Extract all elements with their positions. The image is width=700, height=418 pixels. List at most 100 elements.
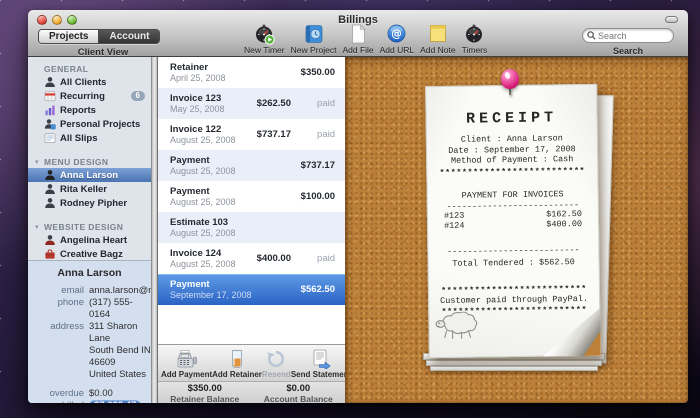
sidebar-item-rodney-pipher[interactable]: Rodney Pipher	[28, 196, 151, 210]
recurring-count-badge: 6	[131, 91, 145, 101]
add-retainer-button[interactable]: Add Retainer	[212, 349, 262, 379]
add-note-button[interactable]: Add Note	[420, 23, 455, 55]
client-stats: overdue $0.00 unbilled $7,638.47 incompl…	[28, 388, 151, 403]
section-header-menu-design[interactable]: ▾ MENU DESIGN	[28, 154, 151, 168]
item-amount: $737.17	[257, 129, 291, 140]
tool-label: Add Note	[420, 45, 455, 55]
account-balance: $0.00 Account Balance	[252, 382, 346, 403]
person-doc-icon	[44, 118, 56, 130]
list-item[interactable]: PaymentAugust 25, 2008 $737.17	[158, 150, 345, 181]
item-title: Invoice 124	[170, 248, 257, 259]
toolbar: New Timer New Project Add File @	[241, 23, 490, 55]
client-phone: (317) 555-0164	[89, 297, 151, 321]
item-status: paid	[291, 129, 335, 140]
item-amount: $262.50	[257, 98, 291, 109]
app-window: Billings Projects Account Client View Ne…	[28, 10, 688, 403]
timer-play-icon	[253, 23, 275, 44]
section-header-website-design[interactable]: ▾ WEBSITE DESIGN	[28, 219, 151, 233]
search-field[interactable]	[582, 28, 674, 43]
client-info-card: Anna Larson email anna.larson@me.com pho…	[28, 260, 151, 403]
source-list: GENERAL All Clients Recurring 6 Reports	[28, 57, 151, 260]
section-header-general: GENERAL	[28, 61, 151, 75]
resend-arrow-icon	[266, 349, 286, 369]
tab-account[interactable]: Account	[99, 30, 159, 43]
sidebar-item-angelina-heart[interactable]: Angelina Heart	[28, 233, 151, 247]
receipt-section-title: PAYMENT FOR INVOICES	[428, 188, 598, 200]
sidebar-item-recurring[interactable]: Recurring 6	[28, 89, 151, 103]
unbilled-badge: $7,638.47	[89, 400, 141, 403]
list-item[interactable]: RetainerApril 25, 2008 $350.00	[158, 57, 345, 88]
file-icon	[348, 23, 368, 44]
receipt-footer-line: Customer paid through PayPal.	[429, 293, 599, 306]
person-icon	[44, 76, 56, 88]
calendar-icon	[44, 90, 56, 102]
sidebar-item-all-slips[interactable]: All Slips	[28, 131, 151, 145]
list-item-selected[interactable]: PaymentSeptember 17, 2008 $562.50	[158, 274, 345, 305]
client-phone-row: phone (317) 555-0164	[28, 297, 151, 321]
person-icon	[44, 169, 56, 181]
item-amount: $100.00	[301, 191, 335, 202]
push-pin	[499, 69, 521, 99]
invoice-list: RetainerApril 25, 2008 $350.00 Invoice 1…	[158, 57, 345, 403]
new-timer-button[interactable]: New Timer	[244, 23, 285, 55]
sidebar-item-reports[interactable]: Reports	[28, 103, 151, 117]
timer-icon	[463, 23, 485, 44]
stat-unbilled: unbilled $7,638.47	[28, 400, 151, 403]
list-item[interactable]: Invoice 124August 25, 2008 $400.00 paid	[158, 243, 345, 274]
item-status: paid	[291, 253, 335, 264]
list-item[interactable]: Estimate 103August 25, 2008	[158, 212, 345, 243]
item-title: Invoice 122	[170, 124, 257, 135]
add-url-button[interactable]: @ Add URL	[380, 23, 415, 55]
send-statement-icon	[310, 349, 332, 369]
sidebar-item-anna-larson[interactable]: Anna Larson	[28, 168, 151, 182]
item-amount: $737.17	[301, 160, 335, 171]
item-date: April 25, 2008	[170, 73, 301, 84]
list-item[interactable]: Invoice 122August 25, 2008 $737.17 paid	[158, 119, 345, 150]
send-statement-button[interactable]: Send Statement	[291, 349, 351, 379]
list-item[interactable]: PaymentAugust 25, 2008 $100.00	[158, 181, 345, 212]
item-date: August 25, 2008	[170, 166, 301, 177]
client-email-row: email anna.larson@me.com	[28, 285, 151, 297]
toolbar-toggle-button[interactable]	[665, 16, 678, 23]
receipt-separator: --------------------------	[428, 245, 598, 255]
receipt: RECEIPT Client : Anna Larson Date : Sept…	[425, 84, 601, 358]
item-title: Retainer	[170, 62, 301, 73]
resend-button[interactable]: Resend	[262, 349, 291, 379]
splitter[interactable]	[151, 57, 158, 403]
sidebar-item-all-clients[interactable]: All Clients	[28, 75, 151, 89]
list-empty-area	[158, 305, 345, 344]
item-title: Invoice 123	[170, 93, 257, 104]
tool-label: New Project	[291, 45, 337, 55]
sidebar: GENERAL All Clients Recurring 6 Reports	[28, 57, 151, 403]
retainer-balance: $350.00 Retainer Balance	[158, 382, 252, 403]
client-address-row: address 311 Sharon Lane South Bend IN 46…	[28, 321, 151, 381]
desktop: Billings Projects Account Client View Ne…	[0, 0, 700, 418]
search-icon	[587, 31, 596, 40]
item-amount: $562.50	[301, 284, 335, 295]
tab-projects[interactable]: Projects	[39, 30, 99, 43]
receipt-method-line: Method of Payment : Cash	[427, 154, 597, 167]
at-icon: @	[386, 23, 407, 44]
item-date: August 25, 2008	[170, 135, 257, 146]
add-payment-button[interactable]: Add Payment	[161, 349, 212, 379]
disclosure-triangle-icon[interactable]: ▾	[35, 158, 42, 166]
add-file-button[interactable]: Add File	[342, 23, 373, 55]
sidebar-item-rita-keller[interactable]: Rita Keller	[28, 182, 151, 196]
notebook-icon	[303, 23, 325, 44]
search-input[interactable]	[598, 31, 669, 41]
sidebar-item-creative-bagz[interactable]: Creative Bagz	[28, 247, 151, 261]
item-date: August 25, 2008	[170, 259, 257, 270]
tool-label: Timers	[462, 45, 488, 55]
receipt-stack-sheet	[430, 366, 598, 371]
sidebar-item-personal-projects[interactable]: Personal Projects	[28, 117, 151, 131]
new-project-button[interactable]: New Project	[291, 23, 337, 55]
list-item[interactable]: Invoice 123May 25, 2008 $262.50 paid	[158, 88, 345, 119]
disclosure-triangle-icon[interactable]: ▾	[35, 223, 42, 231]
window-chrome: Billings Projects Account Client View Ne…	[28, 10, 688, 57]
svg-text:@: @	[392, 28, 403, 40]
item-amount: $350.00	[301, 67, 335, 78]
timers-button[interactable]: Timers	[462, 23, 488, 55]
person-icon	[44, 197, 56, 209]
item-date: September 17, 2008	[170, 290, 301, 301]
balances-bar: $350.00 Retainer Balance $0.00 Account B…	[158, 381, 345, 403]
